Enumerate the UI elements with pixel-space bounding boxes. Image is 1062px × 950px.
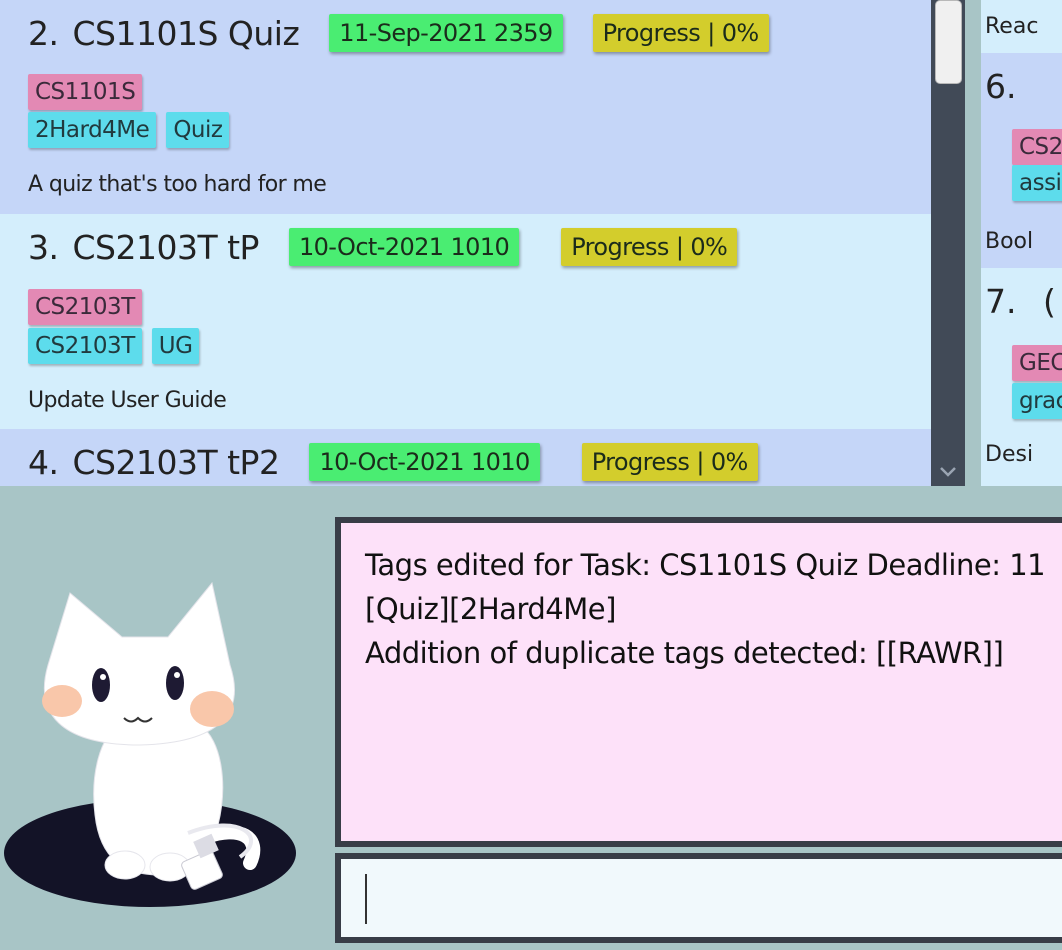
task-description: Reac	[985, 14, 1039, 39]
task-index: 6.	[985, 67, 1017, 106]
result-line: [Quiz][2Hard4Me]	[365, 592, 616, 626]
task-index: 3.	[28, 227, 59, 267]
deadline-badge: 10-Oct-2021 1010	[288, 228, 520, 266]
task-description: A quiz that's too hard for me	[28, 172, 327, 197]
task-list-scrollbar[interactable]	[931, 0, 965, 486]
task-index: 2.	[28, 13, 59, 53]
secondary-task-list[interactable]: Reac 6. CS2 assi Bool 7. ( GEC grac Desi	[981, 0, 1062, 486]
task-tag: UG	[151, 328, 200, 364]
deadline-badge: 11-Sep-2021 2359	[329, 14, 563, 52]
result-line: Addition of duplicate tags detected: [[R…	[365, 636, 1004, 670]
task-list[interactable]: 2. CS1101S Quiz 11-Sep-2021 2359 Progres…	[0, 0, 931, 486]
task-tag: grac	[1012, 383, 1062, 419]
task-title: CS2103T tP2	[72, 442, 280, 482]
task-tag: CS2103T	[28, 328, 142, 364]
task-tag: assi	[1012, 165, 1062, 201]
cat-mascot-illustration	[4, 581, 296, 907]
list-item[interactable]: 6. CS2 assi Bool	[981, 53, 1062, 268]
task-tag: 2Hard4Me	[28, 112, 157, 148]
list-item[interactable]: 7. ( GEC grac Desi	[981, 268, 1062, 486]
task-card[interactable]: 3. CS2103T tP 10-Oct-2021 1010 Progress …	[0, 214, 931, 429]
task-card[interactable]: 4. CS2103T tP2 10-Oct-2021 1010 Progress…	[0, 429, 931, 486]
progress-badge: Progress | 0%	[581, 443, 758, 481]
command-input[interactable]	[341, 859, 1062, 937]
deadline-badge: 10-Oct-2021 1010	[309, 443, 540, 481]
chevron-down-icon[interactable]	[939, 466, 957, 482]
task-title: (	[1043, 282, 1056, 321]
task-description: Desi	[985, 442, 1034, 467]
result-line: Tags edited for Task: CS1101S Quiz Deadl…	[365, 548, 1046, 582]
task-index: 7.	[985, 282, 1017, 321]
task-title: CS2103T tP	[72, 227, 260, 267]
result-display: Tags edited for Task: CS1101S Quiz Deadl…	[335, 517, 1062, 847]
module-tag: CS1101S	[28, 74, 143, 110]
command-box	[335, 853, 1062, 943]
module-tag: GEC	[1012, 345, 1062, 381]
text-caret	[365, 874, 367, 924]
module-tag: CS2103T	[28, 289, 142, 325]
task-description: Update User Guide	[28, 388, 227, 413]
task-card[interactable]: 2. CS1101S Quiz 11-Sep-2021 2359 Progres…	[0, 0, 931, 214]
scrollbar-thumb[interactable]	[935, 0, 962, 84]
task-description: Bool	[985, 229, 1034, 254]
task-title: CS1101S Quiz	[72, 13, 300, 53]
progress-badge: Progress | 0%	[592, 14, 769, 52]
task-index: 4.	[28, 442, 59, 482]
task-tag: Quiz	[166, 112, 230, 148]
module-tag: CS2	[1012, 129, 1062, 165]
progress-badge: Progress | 0%	[561, 228, 738, 266]
result-text-area[interactable]: Tags edited for Task: CS1101S Quiz Deadl…	[341, 523, 1062, 841]
list-item[interactable]: Reac	[981, 0, 1062, 53]
